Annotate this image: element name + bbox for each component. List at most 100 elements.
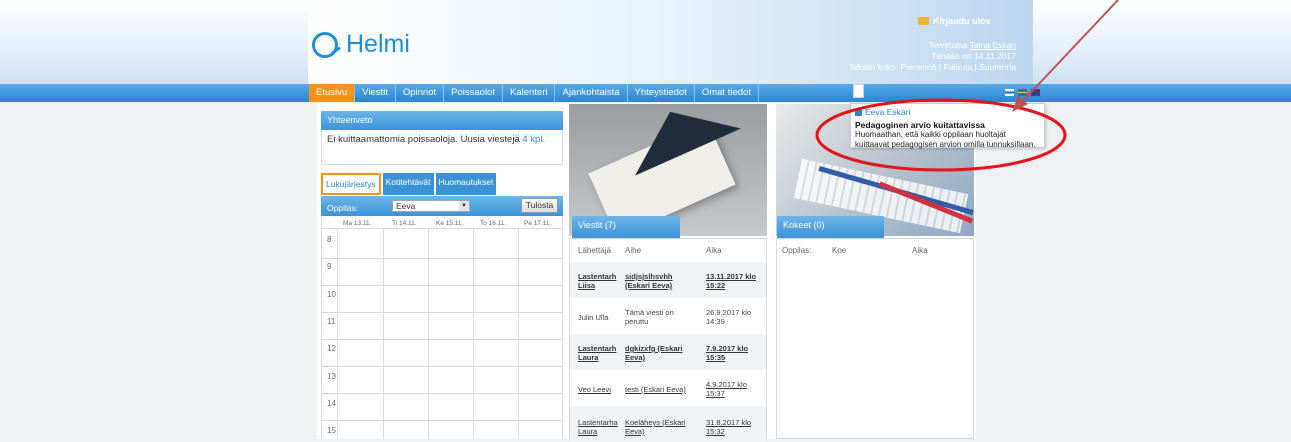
message-time: 4.9.2017 klo 15:37 — [706, 380, 747, 398]
tooltip-body: Huomaathan, että kaikki oppilaan huoltaj… — [855, 130, 1036, 149]
grid-line — [321, 285, 563, 286]
hour-label: 13 — [327, 372, 336, 381]
student-label: Oppilas: — [327, 203, 359, 213]
grid-line — [321, 393, 563, 394]
finnish-flag-icon[interactable] — [1005, 89, 1014, 96]
schedule-tabs: Lukujärjestys Kotitehtävät Huomautukset — [321, 173, 497, 195]
nav-viestit[interactable]: Viestit — [355, 84, 396, 102]
date-line: Tänään on 14.11.2017 — [931, 51, 1016, 61]
user-info: Tervetuloa Taina Eskari Tänään on 14.11.… — [849, 40, 1016, 73]
tab-lukujarjestys[interactable]: Lukujärjestys — [321, 173, 381, 195]
grid-line — [321, 312, 563, 313]
logout-label: Kirjaudu ulos — [933, 16, 991, 26]
col-student: Oppilas: — [782, 246, 812, 255]
nav-omat-tiedot[interactable]: Omat tiedot — [695, 84, 759, 102]
nav-kalenteri[interactable]: Kalenteri — [503, 84, 556, 102]
text-size-controls: Tekstin koko: Pienennä | Palauta | Suure… — [848, 62, 1016, 72]
hour-label: 11 — [327, 317, 336, 326]
message-subject[interactable]: Tämä viesti on peruttu — [625, 308, 695, 326]
message-time: 31.8.2017 klo 15:32 — [706, 418, 752, 436]
welcome-prefix: Tervetuloa — [928, 40, 968, 50]
hour-label: 8 — [327, 235, 332, 244]
document-icon[interactable] — [853, 84, 864, 98]
message-subject[interactable]: dgkizxfg (Eskari Eeva) — [625, 344, 695, 362]
helmi-logo[interactable]: Helmi — [312, 30, 410, 59]
message-time: 13.11.2017 klo 15:22 — [706, 272, 757, 290]
document-icon — [855, 108, 862, 116]
day-header: To 16.11. — [480, 220, 507, 227]
print-button[interactable]: Tulosta — [521, 198, 558, 213]
tooltip-student[interactable]: Eeva Eskari — [855, 107, 1040, 117]
tab-kotitehtavat[interactable]: Kotitehtävät — [382, 173, 434, 195]
grid-line — [321, 420, 563, 421]
text-size-label: Tekstin koko: — [848, 62, 899, 72]
grid-line — [383, 228, 384, 439]
grid-line — [321, 228, 563, 229]
col-subject: Aihe — [625, 246, 642, 255]
col-time: Aika — [706, 246, 722, 255]
student-select-value: Eeva — [396, 201, 416, 211]
grid-line — [428, 228, 429, 439]
col-sender: Lähettäjä — [578, 246, 611, 255]
tab-huomautukset[interactable]: Huomautukset — [435, 173, 497, 195]
messages-title[interactable]: Viestit (7) — [572, 216, 680, 238]
grid-line — [321, 339, 563, 340]
day-header: Pe 17.11. — [524, 220, 552, 227]
message-subject[interactable]: testi (Eskari Eeva) — [625, 385, 695, 394]
schedule-grid — [321, 216, 563, 439]
message-sender[interactable]: Lastentarha Laura — [578, 418, 618, 436]
student-select[interactable]: Eeva ▼ — [392, 200, 470, 212]
nav-opinnot[interactable]: Opinnot — [396, 84, 445, 102]
text-size-larger[interactable]: Suurenna — [979, 62, 1016, 72]
message-subject[interactable]: Koeläheys (Eskari Eeva) — [625, 418, 695, 436]
exams-title[interactable]: Kokeet (0) — [777, 216, 884, 238]
day-header: Ti 14.11. — [392, 220, 417, 227]
text-size-reset[interactable]: Palauta — [943, 62, 972, 72]
main-nav: Etusivu Viestit Opinnot Poissaolot Kalen… — [309, 84, 759, 102]
summary-text: Ei kuittaamattomia poissaoloja. Uusia vi… — [327, 134, 545, 145]
swedish-flag-icon[interactable] — [1018, 89, 1027, 96]
grid-line — [321, 258, 563, 259]
grid-line — [321, 366, 563, 367]
summary-message: Ei kuittaamattomia poissaoloja. Uusia vi… — [327, 134, 520, 145]
hour-label: 14 — [327, 399, 336, 408]
message-sender[interactable]: Lastentarh Laura — [578, 344, 618, 362]
col-exam: Koe — [832, 246, 847, 255]
app-name: Helmi — [346, 30, 410, 58]
message-time: 26.9.2017 klo 14:39 — [706, 308, 752, 326]
logout-button[interactable]: Kirjaudu ulos — [918, 16, 991, 26]
grid-line — [473, 228, 474, 439]
helmi-logo-icon — [312, 31, 338, 58]
folder-icon — [918, 17, 929, 25]
hour-label: 15 — [327, 426, 336, 435]
nav-ajankohtaista[interactable]: Ajankohtaista — [555, 84, 628, 102]
message-sender[interactable]: Veo Leevi — [578, 385, 618, 394]
col-exam-time: Aika — [912, 246, 928, 255]
new-messages-link[interactable]: 4 kpl. — [522, 134, 545, 145]
day-header: Ma 13.11. — [343, 220, 372, 227]
nav-poissaolot[interactable]: Poissaolot — [444, 84, 503, 102]
english-flag-icon[interactable] — [1031, 89, 1040, 96]
hour-label: 10 — [327, 290, 336, 299]
nav-yhteystiedot[interactable]: Yhteystiedot — [628, 84, 695, 102]
nav-etusivu[interactable]: Etusivu — [309, 84, 356, 102]
tooltip-name: Eeva Eskari — [865, 107, 911, 117]
message-sender[interactable]: Julin Ulla — [578, 313, 618, 322]
user-name-link[interactable]: Taina Eskari — [970, 40, 1016, 50]
summary-title: Yhteenveto — [321, 111, 563, 130]
message-time: 7.9.2017 klo 15:35 — [706, 344, 749, 362]
welcome-line: Tervetuloa Taina Eskari — [849, 40, 1016, 51]
message-sender[interactable]: Lastentarh Liisa — [578, 272, 618, 290]
hour-label: 9 — [327, 262, 332, 271]
language-flags — [1005, 89, 1040, 96]
exams-panel — [776, 238, 974, 439]
grid-line — [337, 228, 338, 439]
day-header: Ke 15.11. — [436, 220, 464, 227]
text-size-smaller[interactable]: Pienennä — [900, 62, 936, 72]
grid-line — [518, 228, 519, 439]
tooltip-title: Pedagoginen arvio kuitattavissa — [855, 120, 985, 130]
chevron-down-icon: ▼ — [459, 201, 469, 211]
hour-label: 12 — [327, 344, 336, 353]
notification-tooltip[interactable]: Eeva Eskari Pedagoginen arvio kuitattavi… — [850, 103, 1045, 149]
message-subject[interactable]: sidjsjslhsvhh (Eskari Eeva) — [625, 272, 695, 290]
